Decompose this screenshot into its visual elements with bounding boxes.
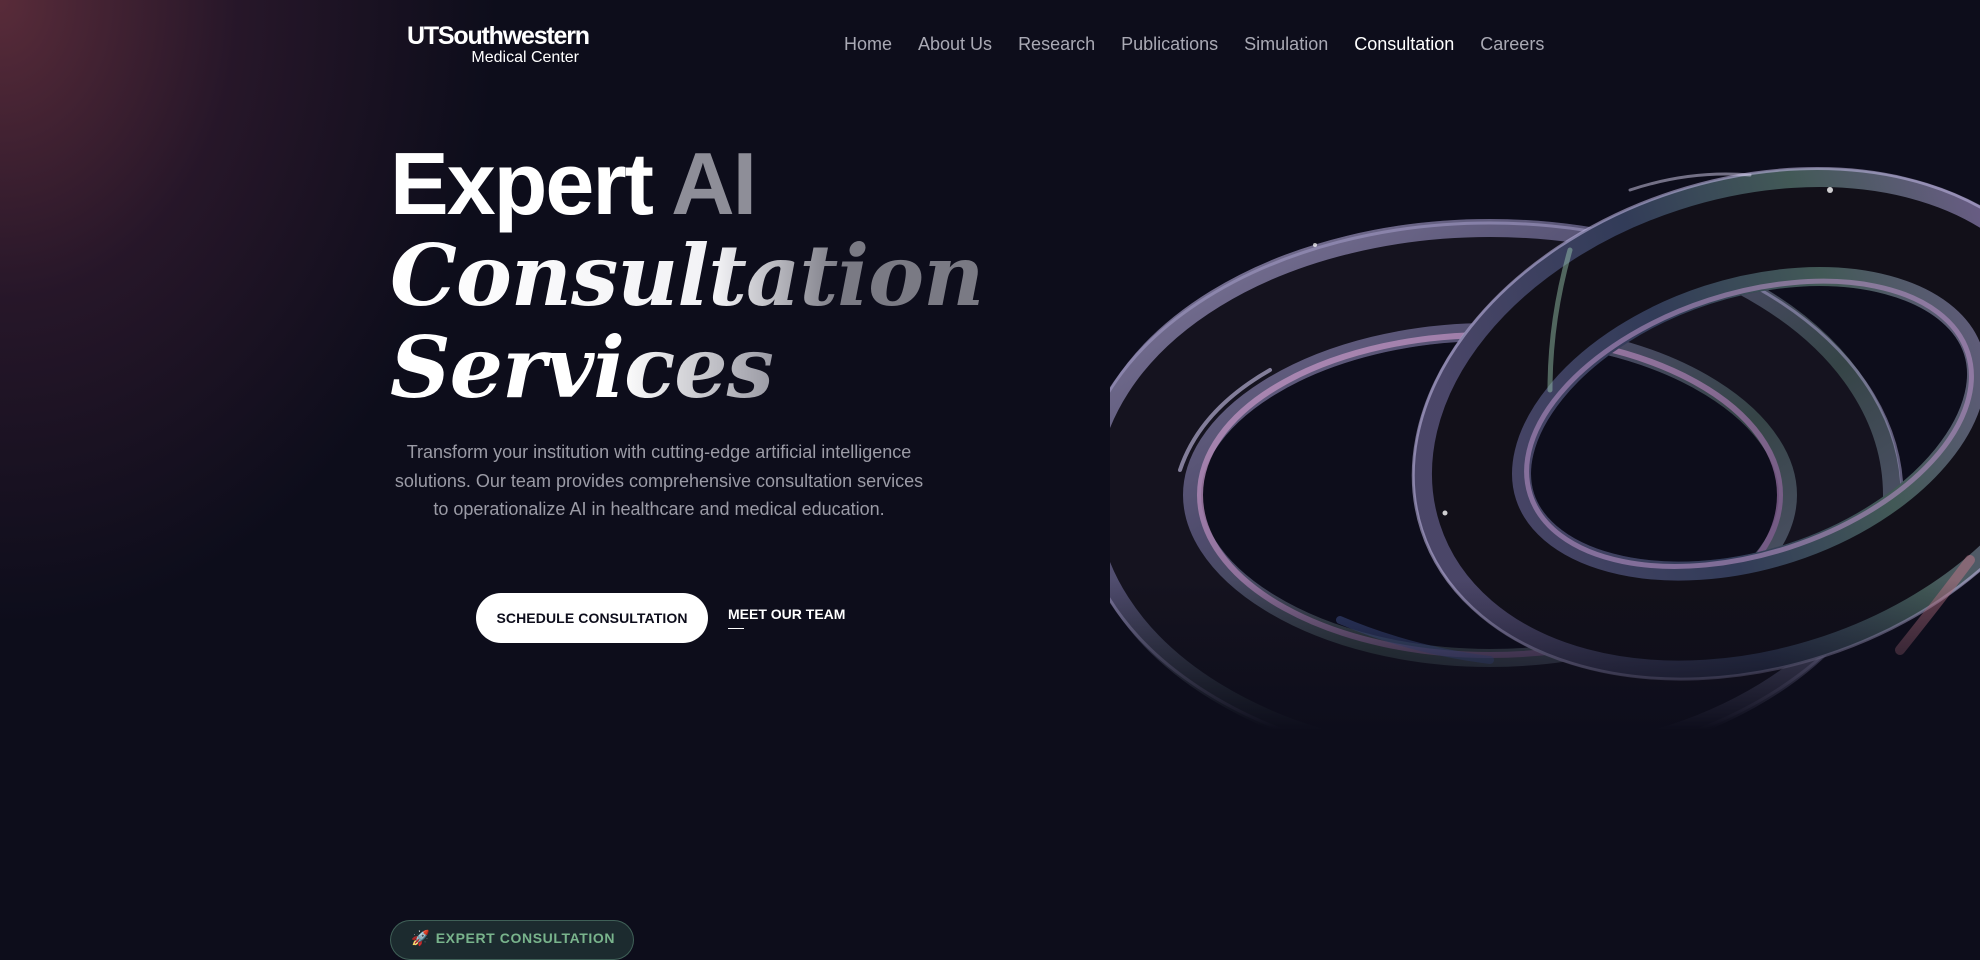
main-nav: Home About Us Research Publications Simu… <box>844 34 1570 55</box>
nav-research[interactable]: Research <box>1018 34 1095 55</box>
hero-title-line-3: Services <box>390 322 983 414</box>
hero-title-expert: Expert <box>390 134 672 233</box>
hero-title-consultation: Consultation <box>390 226 984 325</box>
nav-consultation[interactable]: Consultation <box>1354 34 1454 55</box>
badge-label: EXPERT CONSULTATION <box>435 930 616 946</box>
site-logo[interactable]: UTSouthwestern Medical Center <box>407 22 590 66</box>
hero-title-services: Services <box>390 318 774 417</box>
rocket-icon: 🚀 <box>411 930 430 947</box>
expert-consultation-badge: 🚀 EXPERT CONSULTATION <box>390 920 634 960</box>
nav-publications[interactable]: Publications <box>1121 34 1218 55</box>
hero-description: Transform your institution with cutting-… <box>394 442 924 519</box>
nav-simulation[interactable]: Simulation <box>1244 34 1328 55</box>
link-underline <box>728 628 744 629</box>
meet-our-team-link[interactable]: MEET OUR TEAM <box>728 606 845 622</box>
logo-wordmark: UTSouthwestern <box>407 22 590 50</box>
logo-subtitle: Medical Center <box>471 49 579 66</box>
torus-knot-illustration <box>1110 130 1980 730</box>
nav-home[interactable]: Home <box>844 34 892 55</box>
nav-careers[interactable]: Careers <box>1480 34 1544 55</box>
nav-about-us[interactable]: About Us <box>918 34 992 55</box>
hero-title-line-2: Consultation <box>390 230 984 322</box>
hero-title-line-1: Expert AI <box>390 138 983 230</box>
hero-title-ai: AI <box>671 134 757 233</box>
hero-title: Expert AI Consultation Services <box>390 138 984 414</box>
schedule-consultation-button[interactable]: SCHEDULE CONSULTATION <box>476 593 708 643</box>
torus-knot-svg <box>1110 130 1980 730</box>
